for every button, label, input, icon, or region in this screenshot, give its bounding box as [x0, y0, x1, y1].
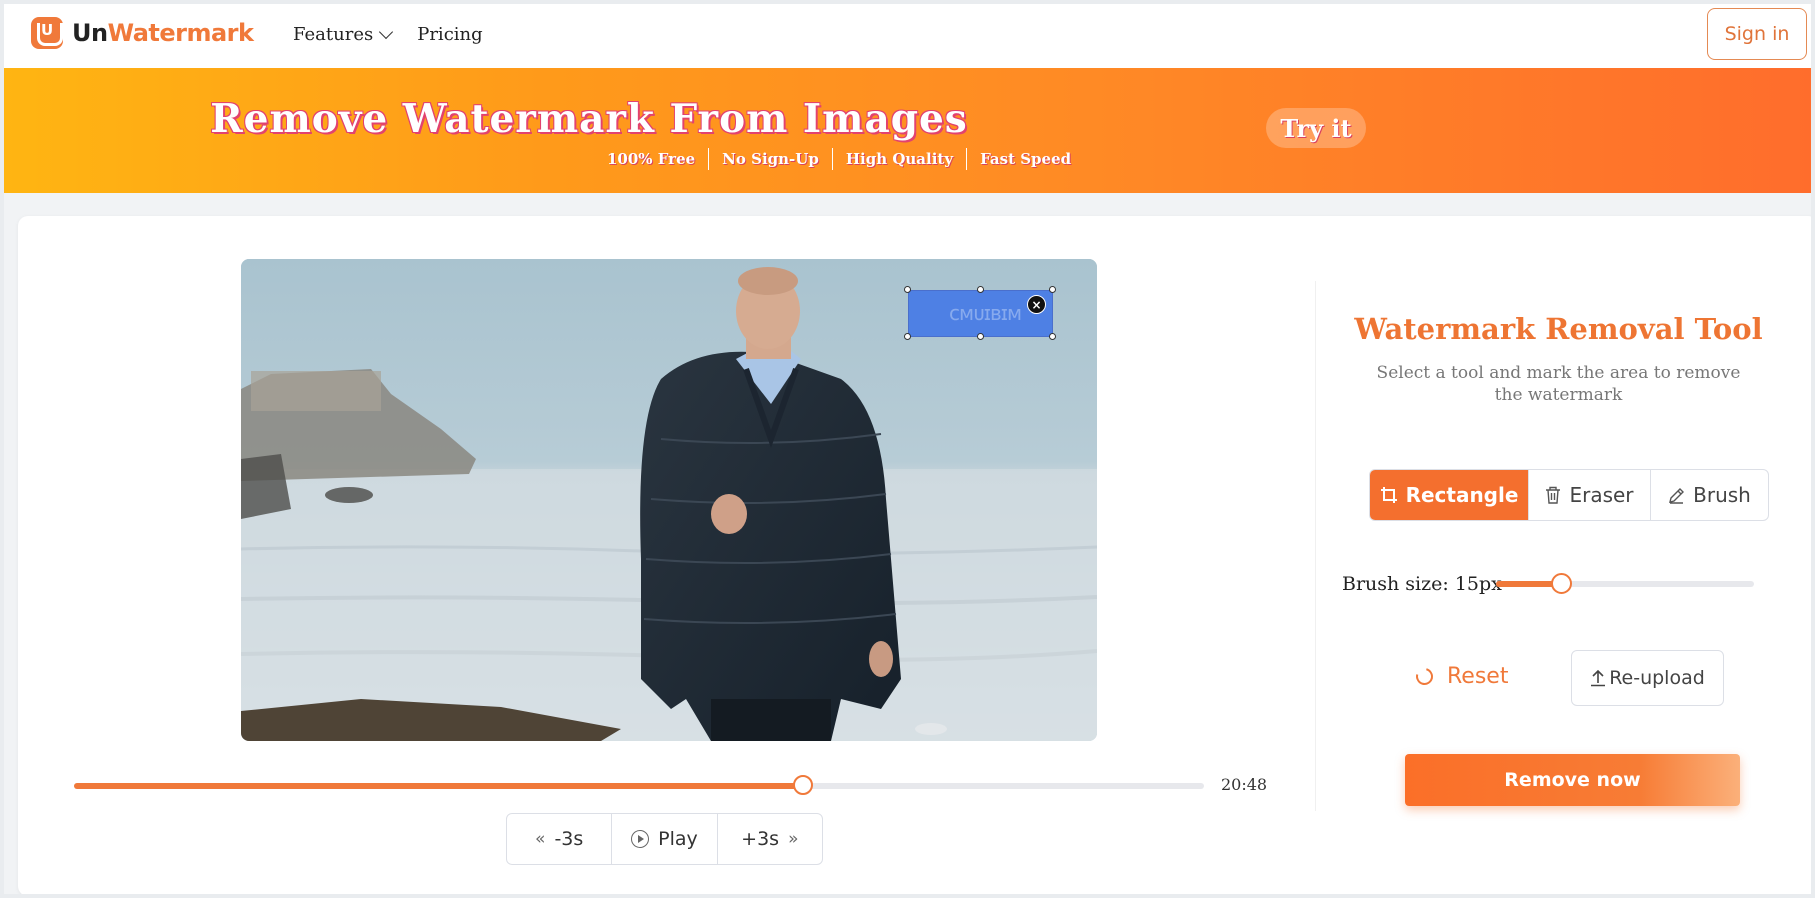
banner-tag: No Sign-Up [722, 150, 819, 168]
banner-title: Remove Watermark From Images [210, 96, 968, 142]
logo-mark-letter: U [41, 21, 54, 39]
resize-handle[interactable] [977, 286, 984, 293]
reupload-label: Re-upload [1609, 667, 1705, 689]
tool-rectangle-label: Rectangle [1405, 483, 1519, 507]
banner-tags: 100% Free No Sign-Up High Quality Fast S… [594, 148, 1084, 170]
play-icon [631, 830, 650, 848]
nav-features[interactable]: Features [293, 24, 394, 45]
watermark-text-image: ᴄᴍᴜɪʙɪᴍ [949, 301, 1022, 325]
resize-handle[interactable] [1049, 333, 1056, 340]
tool-brush[interactable]: Brush [1651, 470, 1768, 520]
banner-tag: High Quality [845, 150, 954, 168]
nav-features-label: Features [293, 24, 374, 45]
editor-card: ᴄᴍᴜɪʙɪᴍ × 20:48 « -3s Play +3s » Waterma… [18, 216, 1811, 894]
time-label: 20:48 [1221, 775, 1268, 794]
logo-text: UnWatermark [72, 19, 254, 47]
tool-panel: Watermark Removal Tool Select a tool and… [1315, 281, 1785, 811]
rewind-label: -3s [554, 828, 584, 850]
top-navbar: U UnWatermark Features Pricing Sign in [4, 4, 1811, 68]
chevron-down-icon [379, 24, 394, 39]
upload-icon [1591, 669, 1606, 687]
logo-text-prefix: Un [72, 19, 108, 47]
resize-handle[interactable] [977, 333, 984, 340]
remove-now-button[interactable]: Remove now [1405, 754, 1740, 806]
play-button[interactable]: Play [612, 814, 718, 864]
resize-handle[interactable] [1049, 286, 1056, 293]
resize-handle[interactable] [904, 286, 911, 293]
logo-text-suffix: Watermark [107, 19, 254, 47]
banner-tag: Fast Speed [980, 150, 1072, 168]
timeline-handle[interactable] [792, 775, 813, 795]
trash-icon [1546, 486, 1561, 504]
timeline-progress [74, 783, 803, 789]
reset-label: Reset [1447, 664, 1509, 689]
brush-size-label: Brush size: 15px [1342, 573, 1502, 595]
nav-pricing-label: Pricing [417, 24, 483, 45]
resize-handle[interactable] [904, 333, 911, 340]
banner-tag: 100% Free [607, 150, 696, 168]
main-nav: Features Pricing [293, 24, 483, 45]
tool-eraser[interactable]: Eraser [1529, 470, 1651, 520]
app-frame: U UnWatermark Features Pricing Sign in R… [4, 4, 1811, 894]
reupload-button[interactable]: Re-upload [1571, 650, 1724, 706]
rewind-3s-button[interactable]: « -3s [507, 814, 613, 864]
promo-banner: Remove Watermark From Images 100% Free N… [4, 68, 1811, 193]
brush-size-slider[interactable] [1496, 573, 1754, 594]
nav-pricing[interactable]: Pricing [417, 24, 482, 45]
refresh-icon [1412, 664, 1437, 689]
crop-icon [1380, 487, 1397, 503]
panel-title: Watermark Removal Tool [1354, 312, 1763, 346]
double-chevron-left-icon: « [535, 829, 546, 849]
tool-rectangle[interactable]: Rectangle [1370, 470, 1529, 520]
play-label: Play [658, 828, 698, 850]
panel-subtitle: Select a tool and mark the area to remov… [1376, 363, 1741, 405]
video-timeline-slider[interactable] [74, 775, 1204, 795]
close-icon[interactable]: × [1027, 295, 1046, 314]
reset-button[interactable]: Reset [1412, 664, 1509, 689]
logo-icon: U [31, 17, 63, 49]
double-chevron-right-icon: » [788, 829, 799, 849]
video-preview[interactable]: ᴄᴍᴜɪʙɪᴍ × [241, 259, 1097, 741]
try-it-button[interactable]: Try it [1266, 108, 1366, 148]
pencil-icon [1669, 487, 1685, 504]
tool-selector: Rectangle Eraser Brush [1369, 469, 1769, 521]
sign-in-button[interactable]: Sign in [1707, 8, 1807, 60]
playback-controls: « -3s Play +3s » [506, 813, 823, 865]
forward-label: +3s [741, 828, 780, 850]
forward-3s-button[interactable]: +3s » [718, 814, 822, 864]
tool-brush-label: Brush [1693, 483, 1751, 507]
logo[interactable]: U UnWatermark [31, 17, 254, 49]
brush-size-handle[interactable] [1550, 573, 1572, 594]
tool-eraser-label: Eraser [1569, 483, 1634, 507]
